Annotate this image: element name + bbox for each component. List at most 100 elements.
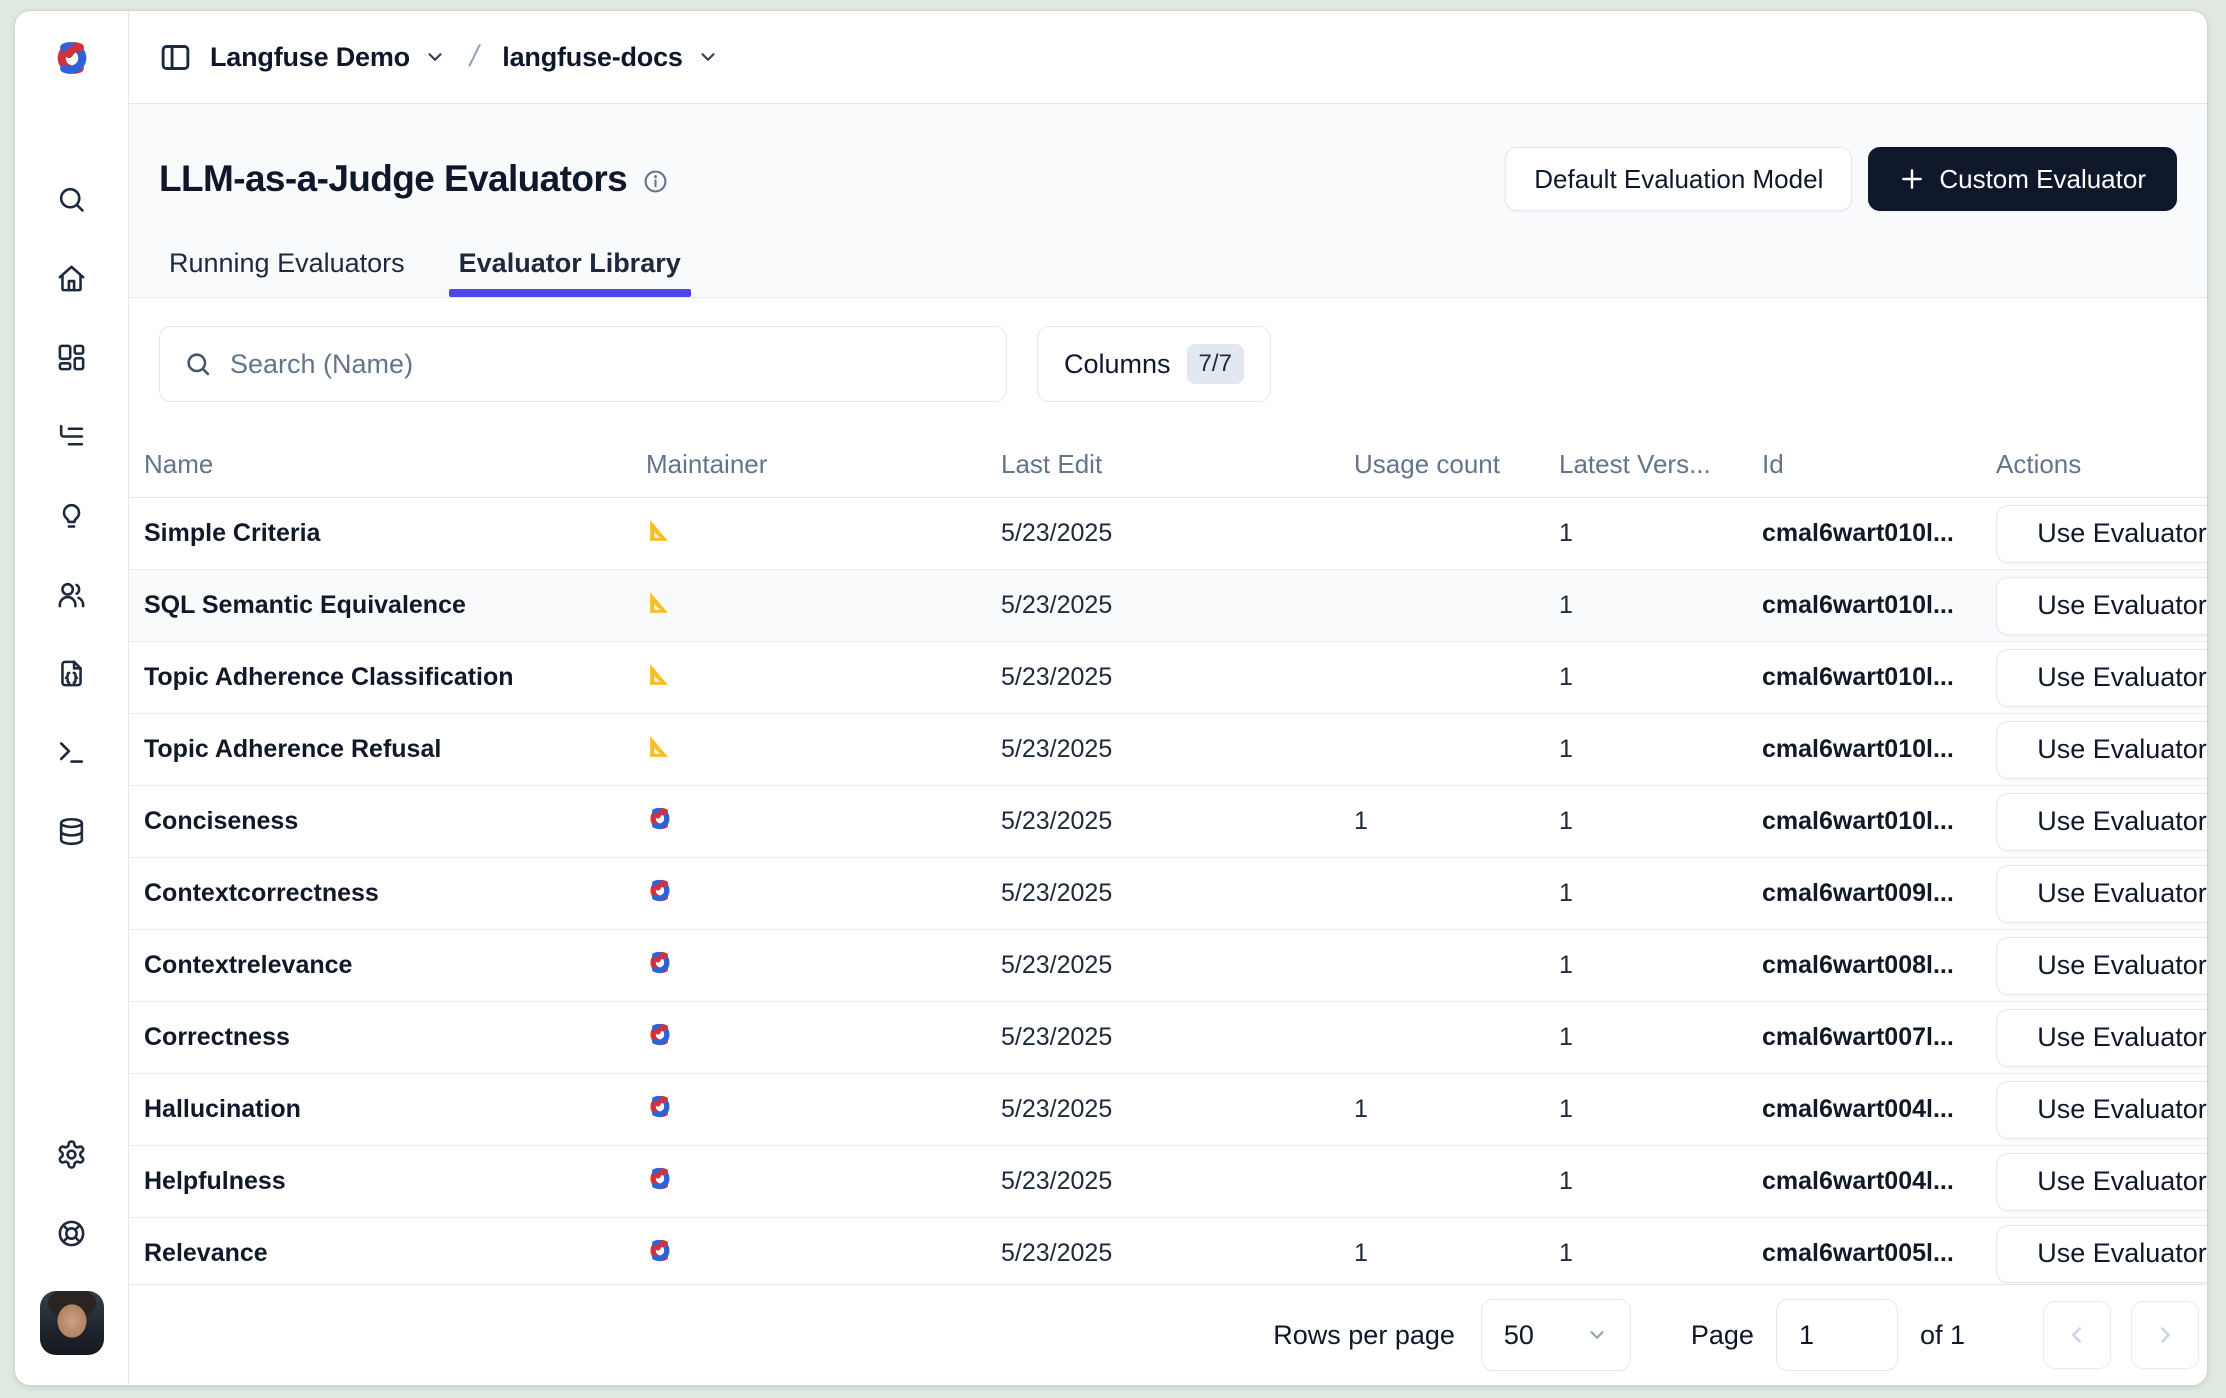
- usage-count: 1: [1354, 1095, 1559, 1124]
- table-row[interactable]: Helpfulness 5/23/2025 1 cmal6wart004l...…: [129, 1146, 2207, 1218]
- table-row[interactable]: Hallucination 5/23/2025 1 1 cmal6wart004…: [129, 1074, 2207, 1146]
- sidebar-item-datasets[interactable]: [33, 792, 111, 871]
- last-edit: 5/23/2025: [1001, 951, 1354, 980]
- langfuse-logo[interactable]: [15, 11, 128, 104]
- ragas-maintainer-icon: [646, 518, 671, 543]
- table-row[interactable]: Correctness 5/23/2025 1 cmal6wart007l...…: [129, 1002, 2207, 1074]
- latest-version: 1: [1559, 1095, 1762, 1124]
- sidebar-item-settings[interactable]: [33, 1115, 111, 1194]
- langfuse-maintainer-icon: [646, 1239, 674, 1262]
- rows-per-page-label: Rows per page: [1273, 1320, 1455, 1351]
- evaluator-name: Correctness: [144, 1023, 646, 1052]
- evaluator-id: cmal6wart010l...: [1762, 663, 1996, 692]
- table-row[interactable]: Topic Adherence Refusal 5/23/2025 1 cmal…: [129, 714, 2207, 786]
- database-icon: [56, 816, 87, 847]
- page-title: LLM-as-a-Judge Evaluators: [159, 158, 627, 200]
- sidebar-item-dashboards[interactable]: [33, 318, 111, 397]
- evaluator-id: cmal6wart010l...: [1762, 735, 1996, 764]
- sidebar-item-support[interactable]: [33, 1194, 111, 1273]
- info-icon[interactable]: [643, 169, 668, 194]
- app-window: Langfuse Demo / langfuse-docs LLM-as-a-J…: [14, 10, 2208, 1386]
- pagination-footer: Rows per page 50 Page of 1: [129, 1284, 2207, 1385]
- columns-button[interactable]: Columns 7/7: [1037, 326, 1271, 402]
- use-evaluator-button[interactable]: Use Evaluator: [1996, 865, 2207, 923]
- maintainer-cell: [646, 1239, 1001, 1269]
- sidebar-bottom: [33, 1115, 111, 1355]
- actions-cell: Use Evaluator: [1996, 937, 2207, 995]
- column-header-last-edit[interactable]: Last Edit: [1001, 449, 1354, 480]
- use-evaluator-button[interactable]: Use Evaluator: [1996, 577, 2207, 635]
- previous-page-button[interactable]: [2043, 1301, 2111, 1369]
- evaluator-name: Conciseness: [144, 807, 646, 836]
- sidebar-item-users[interactable]: [33, 555, 111, 634]
- chevron-right-icon: [2152, 1322, 2178, 1348]
- latest-version: 1: [1559, 951, 1762, 980]
- use-evaluator-button[interactable]: Use Evaluator: [1996, 721, 2207, 779]
- use-evaluator-button[interactable]: Use Evaluator: [1996, 1153, 2207, 1211]
- columns-count-badge: 7/7: [1187, 344, 1244, 384]
- evaluator-id: cmal6wart009l...: [1762, 879, 1996, 908]
- actions-cell: Use Evaluator: [1996, 505, 2207, 563]
- langfuse-maintainer-icon: [646, 1095, 674, 1118]
- use-evaluator-button[interactable]: Use Evaluator: [1996, 505, 2207, 563]
- next-page-button[interactable]: [2131, 1301, 2199, 1369]
- rows-per-page-select[interactable]: 50: [1481, 1299, 1631, 1371]
- table-row[interactable]: Relevance 5/23/2025 1 1 cmal6wart005l...…: [129, 1218, 2207, 1284]
- last-edit: 5/23/2025: [1001, 1239, 1354, 1268]
- user-avatar[interactable]: [40, 1291, 104, 1355]
- column-header-id[interactable]: Id: [1762, 449, 1996, 480]
- column-header-actions[interactable]: Actions: [1996, 449, 2207, 480]
- sidebar-toggle-icon[interactable]: [159, 41, 192, 74]
- evaluator-id: cmal6wart010l...: [1762, 519, 1996, 548]
- search-box: [159, 326, 1007, 402]
- page-number-input[interactable]: [1776, 1299, 1898, 1371]
- project-breadcrumb[interactable]: langfuse-docs: [502, 42, 682, 73]
- table-row[interactable]: Topic Adherence Classification 5/23/2025…: [129, 642, 2207, 714]
- use-evaluator-button[interactable]: Use Evaluator: [1996, 937, 2207, 995]
- sidebar-item-home[interactable]: [33, 239, 111, 318]
- table-row[interactable]: Conciseness 5/23/2025 1 1 cmal6wart010l.…: [129, 786, 2207, 858]
- custom-evaluator-button[interactable]: Custom Evaluator: [1868, 147, 2177, 211]
- table-row[interactable]: Simple Criteria 5/23/2025 1 cmal6wart010…: [129, 498, 2207, 570]
- latest-version: 1: [1559, 1167, 1762, 1196]
- use-evaluator-button[interactable]: Use Evaluator: [1996, 1081, 2207, 1139]
- table-row[interactable]: SQL Semantic Equivalence 5/23/2025 1 cma…: [129, 570, 2207, 642]
- actions-cell: Use Evaluator: [1996, 865, 2207, 923]
- table-row[interactable]: Contextcorrectness 5/23/2025 1 cmal6wart…: [129, 858, 2207, 930]
- sidebar-item-evaluation[interactable]: [33, 476, 111, 555]
- rows-per-page-value: 50: [1504, 1320, 1534, 1351]
- sidebar-item-search[interactable]: [33, 160, 111, 239]
- project-chevron-down-icon[interactable]: [697, 46, 719, 68]
- maintainer-cell: [646, 807, 1001, 837]
- column-header-latest-version[interactable]: Latest Vers...: [1559, 449, 1762, 480]
- search-input[interactable]: [230, 349, 982, 380]
- sidebar-item-tracing[interactable]: [33, 397, 111, 476]
- users-icon: [56, 579, 87, 610]
- sidebar-item-playground[interactable]: [33, 713, 111, 792]
- select-chevron-down-icon: [1586, 1324, 1608, 1346]
- use-evaluator-button[interactable]: Use Evaluator: [1996, 1225, 2207, 1283]
- table-row[interactable]: Contextrelevance 5/23/2025 1 cmal6wart00…: [129, 930, 2207, 1002]
- column-header-name[interactable]: Name: [144, 449, 646, 480]
- evaluator-name: Contextcorrectness: [144, 879, 646, 908]
- use-evaluator-button[interactable]: Use Evaluator: [1996, 649, 2207, 707]
- sidebar: [15, 11, 129, 1385]
- actions-cell: Use Evaluator: [1996, 1225, 2207, 1283]
- maintainer-cell: [646, 662, 1001, 694]
- table-toolbar: Columns 7/7: [129, 298, 2207, 432]
- breadcrumb-separator: /: [460, 40, 488, 74]
- column-header-maintainer[interactable]: Maintainer: [646, 449, 1001, 480]
- actions-cell: Use Evaluator: [1996, 649, 2207, 707]
- sidebar-item-prompts[interactable]: [33, 634, 111, 713]
- org-chevron-down-icon[interactable]: [424, 46, 446, 68]
- column-header-usage-count[interactable]: Usage count: [1354, 449, 1559, 480]
- use-evaluator-button[interactable]: Use Evaluator: [1996, 1009, 2207, 1067]
- use-evaluator-button[interactable]: Use Evaluator: [1996, 793, 2207, 851]
- langfuse-logo-icon: [51, 41, 93, 75]
- tab-running-evaluators[interactable]: Running Evaluators: [159, 248, 415, 297]
- org-breadcrumb[interactable]: Langfuse Demo: [210, 42, 410, 73]
- breadcrumb-bar: Langfuse Demo / langfuse-docs: [129, 11, 2207, 104]
- tab-evaluator-library[interactable]: Evaluator Library: [449, 248, 691, 297]
- evaluator-id: cmal6wart004l...: [1762, 1095, 1996, 1124]
- default-evaluation-model-button[interactable]: Default Evaluation Model: [1505, 147, 1852, 211]
